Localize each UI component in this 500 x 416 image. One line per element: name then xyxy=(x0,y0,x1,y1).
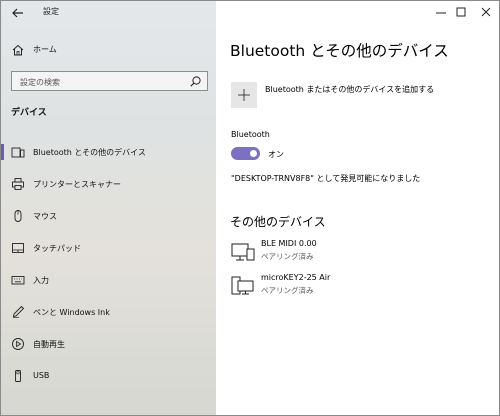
mouse-icon xyxy=(14,210,22,222)
usb-icon xyxy=(15,370,21,382)
search-input[interactable]: 設定の検索 xyxy=(11,71,208,91)
maximize-button[interactable] xyxy=(450,3,472,21)
sidebar-item-label: Bluetooth とその他のデバイス xyxy=(33,148,146,157)
home-icon xyxy=(12,44,24,56)
titlebar-left: 設定 xyxy=(1,1,216,25)
sidebar-item-label: ペンと Windows Ink xyxy=(33,308,110,317)
device-name: microKEY2-25 Air xyxy=(261,273,331,282)
add-device-button[interactable] xyxy=(231,82,257,108)
sidebar-item-mouse[interactable]: マウス xyxy=(1,202,216,230)
sidebar-item-pen[interactable]: ペンと Windows Ink xyxy=(1,298,216,326)
sidebar-item-label: マウス xyxy=(33,212,57,221)
settings-window: 設定 ホーム 設定の検索 デバイス Bluetooth とその他のデバイス プリ… xyxy=(0,0,500,416)
toggle-state-label: オン xyxy=(268,150,284,159)
main-content: Bluetooth とその他のデバイス Bluetooth またはその他のデバイ… xyxy=(216,1,499,415)
add-device-label[interactable]: Bluetooth またはその他のデバイスを追加する xyxy=(265,84,434,95)
printer-icon xyxy=(12,178,24,190)
search-placeholder: 設定の検索 xyxy=(20,78,60,87)
device-item[interactable]: BLE MIDI 0.00 ペアリング済み xyxy=(231,239,491,269)
selection-indicator xyxy=(1,144,4,160)
sidebar-item-touchpad[interactable]: タッチパッド xyxy=(1,234,216,262)
sidebar-item-label: 自動再生 xyxy=(33,340,65,349)
pen-icon xyxy=(12,305,25,319)
sidebar-item-bluetooth[interactable]: Bluetooth とその他のデバイス xyxy=(1,138,216,166)
sidebar-item-printers[interactable]: プリンターとスキャナー xyxy=(1,170,216,198)
sidebar: 設定 ホーム 設定の検索 デバイス Bluetooth とその他のデバイス プリ… xyxy=(1,1,216,415)
sidebar-item-label: USB xyxy=(33,371,50,380)
keyboard-icon xyxy=(11,276,25,285)
device-name: BLE MIDI 0.00 xyxy=(261,239,317,248)
sidebar-item-label: プリンターとスキャナー xyxy=(33,180,121,189)
bluetooth-devices-icon xyxy=(11,147,25,158)
discoverable-status: "DESKTOP-TRNV8F8" として発見可能になりました xyxy=(231,174,421,183)
sidebar-item-home[interactable]: ホーム xyxy=(1,39,216,61)
computer-device-icon xyxy=(231,276,254,295)
device-item[interactable]: microKEY2-25 Air ペアリング済み xyxy=(231,273,491,303)
page-title: Bluetooth とその他のデバイス xyxy=(230,42,449,60)
back-arrow-icon[interactable] xyxy=(9,4,27,22)
close-button[interactable] xyxy=(475,3,497,21)
device-status: ペアリング済み xyxy=(261,286,314,295)
toggle-knob xyxy=(250,150,257,157)
other-devices-heading: その他のデバイス xyxy=(230,215,326,229)
sidebar-item-label: タッチパッド xyxy=(33,244,81,253)
search-icon[interactable] xyxy=(189,75,202,88)
autoplay-icon xyxy=(12,338,24,350)
section-heading: デバイス xyxy=(11,108,47,118)
app-title: 設定 xyxy=(43,7,59,16)
minimize-button[interactable] xyxy=(430,3,452,21)
sidebar-item-label: 入力 xyxy=(33,276,49,285)
plus-icon xyxy=(238,89,250,101)
bluetooth-toggle[interactable] xyxy=(231,147,260,160)
midi-device-icon xyxy=(231,243,255,261)
sidebar-item-autoplay[interactable]: 自動再生 xyxy=(1,330,216,358)
touchpad-icon xyxy=(12,243,24,253)
sidebar-item-input[interactable]: 入力 xyxy=(1,266,216,294)
sidebar-item-usb[interactable]: USB xyxy=(1,362,216,390)
device-status: ペアリング済み xyxy=(261,252,314,261)
bluetooth-label: Bluetooth xyxy=(231,130,270,139)
sidebar-item-label: ホーム xyxy=(33,45,57,54)
